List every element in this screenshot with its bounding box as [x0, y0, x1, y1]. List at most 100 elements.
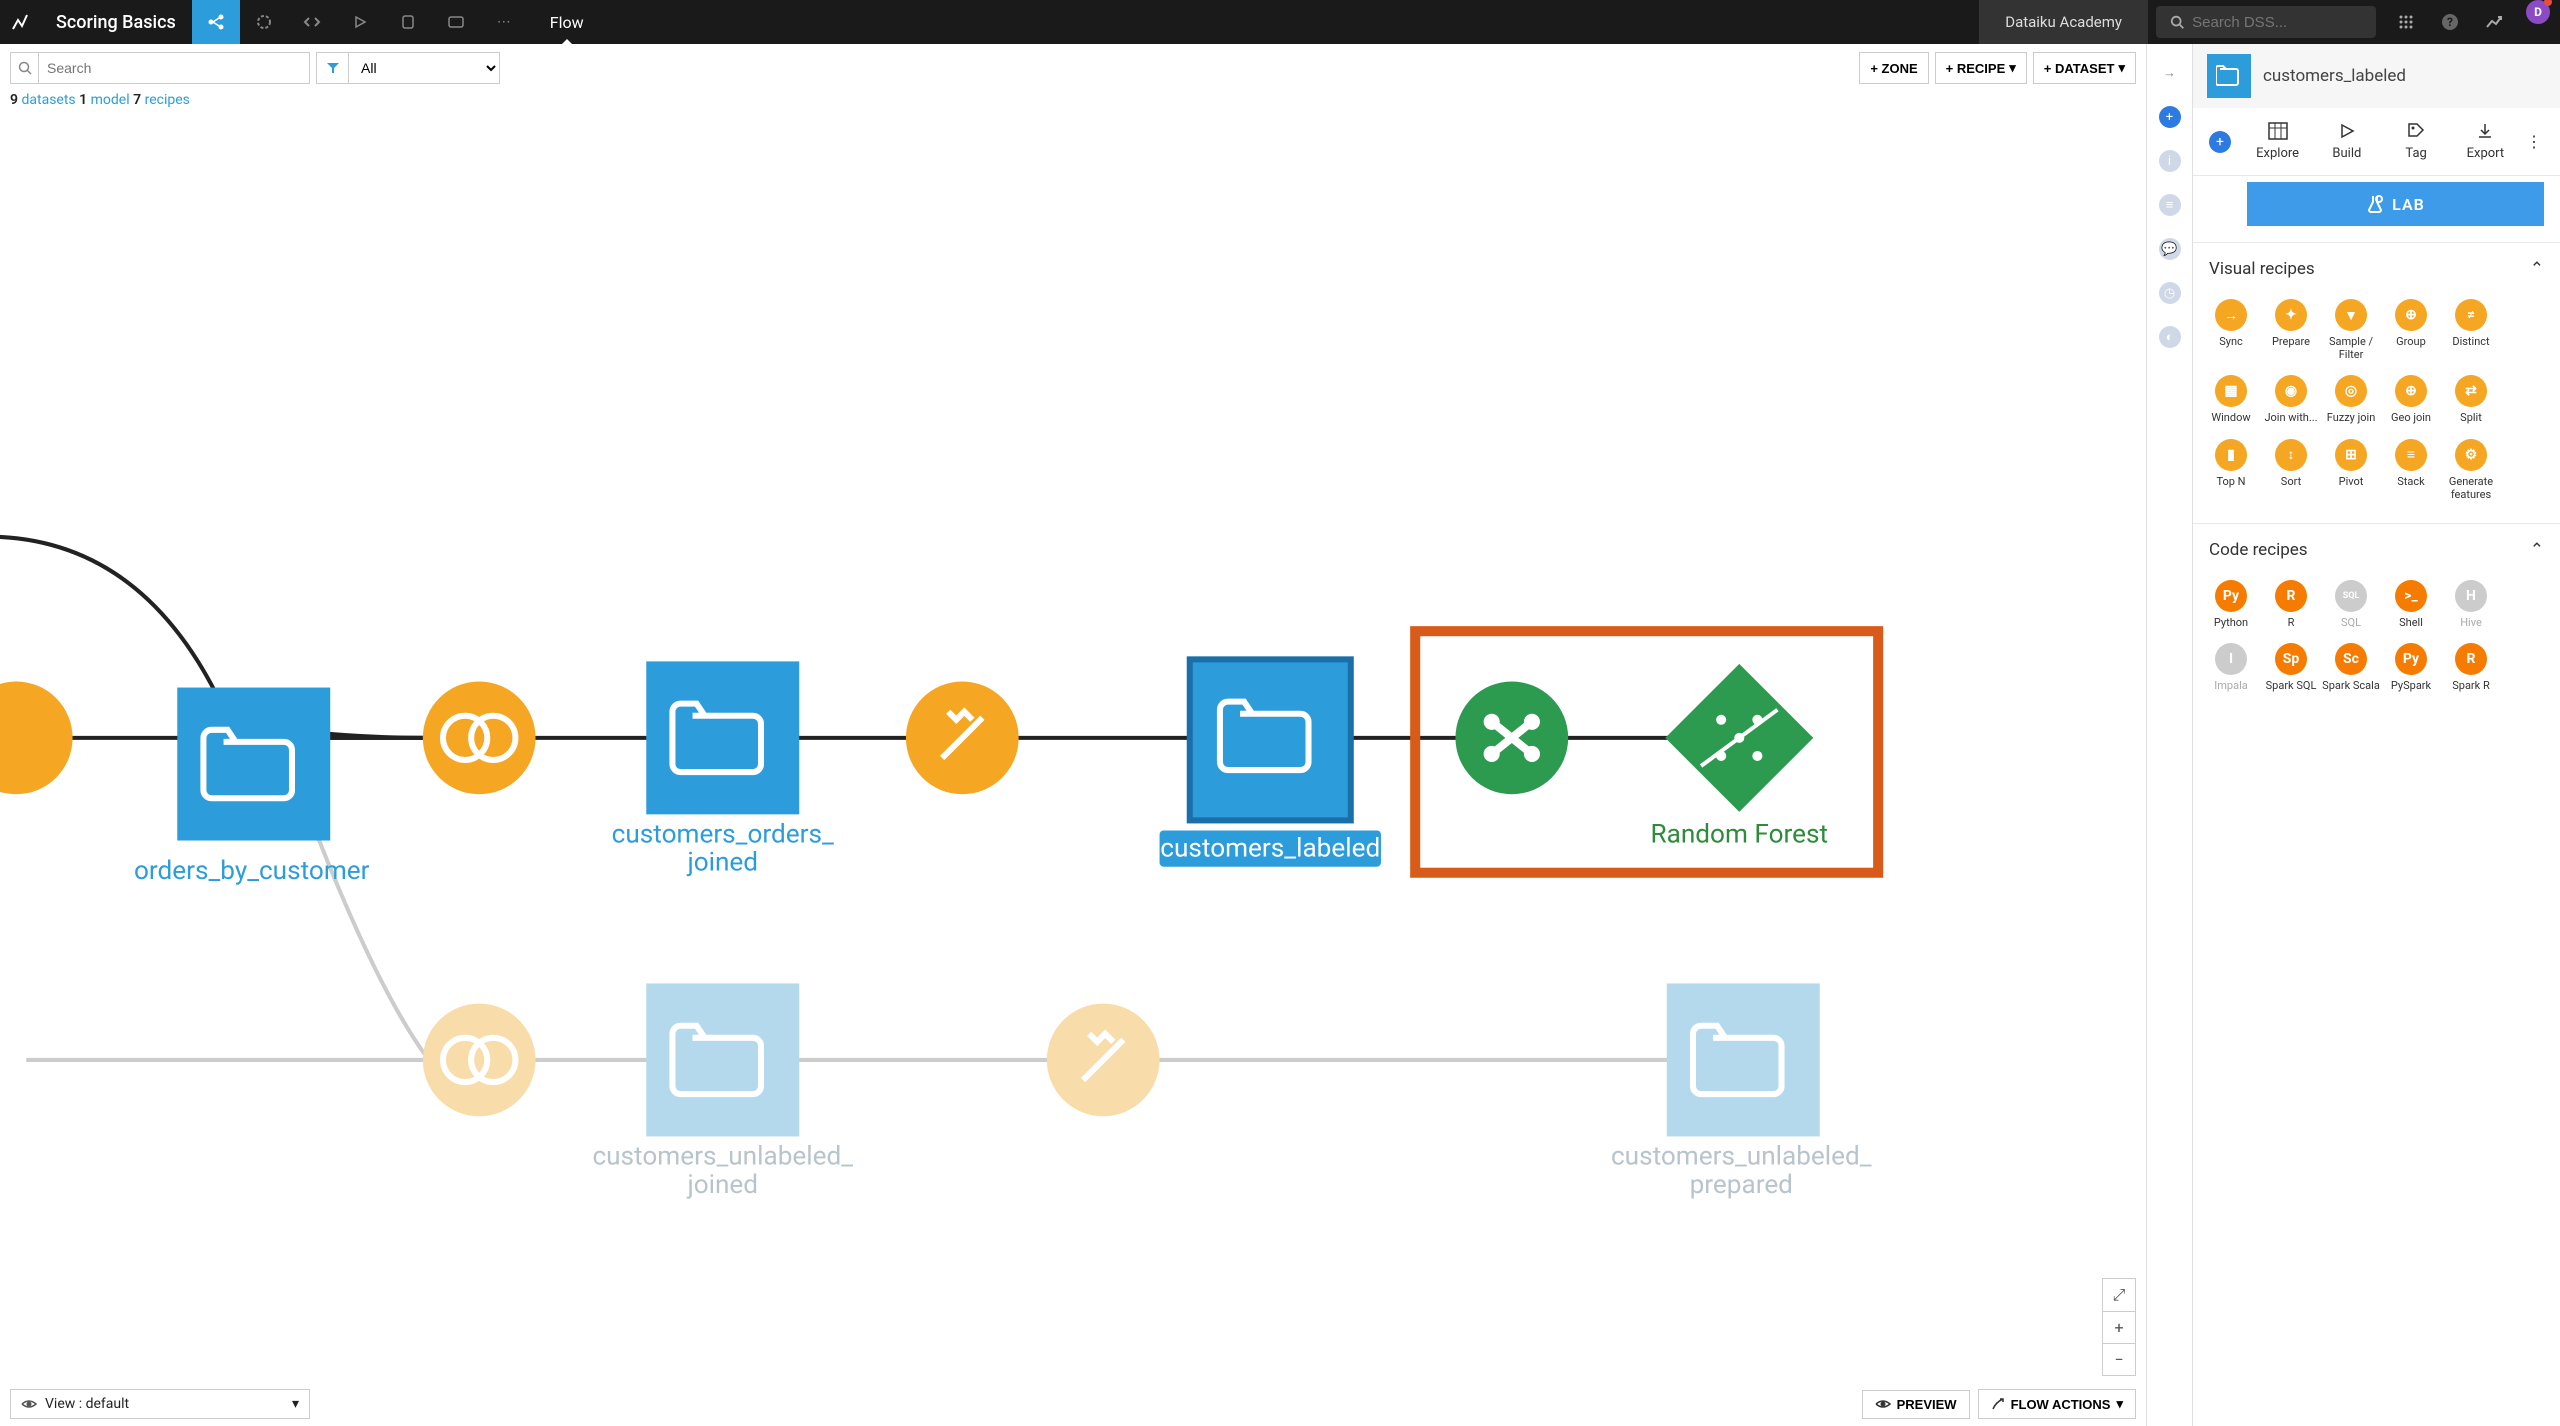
build-button[interactable]: Build	[2316, 122, 2377, 161]
code-recipe-spark-r[interactable]: RSpark R	[2441, 639, 2501, 702]
chevron-up-icon: ⌃	[2530, 540, 2544, 560]
zoom-fit-button[interactable]: ⤢	[2103, 1279, 2135, 1311]
topbar: Scoring Basics ⋯ Flow Dataiku Academy ? …	[0, 0, 2560, 44]
dataiku-logo-icon[interactable]	[0, 0, 40, 44]
visual-recipe-sort[interactable]: ↕Sort	[2261, 435, 2321, 511]
rail-comments-icon[interactable]: 💬	[2159, 238, 2181, 260]
visual-recipe-generate-features[interactable]: ⚙Generate features	[2441, 435, 2501, 511]
code-recipes-header[interactable]: Code recipes ⌃	[2193, 524, 2560, 576]
recipe-label: Spark R	[2452, 679, 2490, 692]
more-nav-icon[interactable]: ⋯	[480, 0, 528, 44]
visual-recipe-sample-filter[interactable]: ▼Sample / Filter	[2321, 295, 2381, 371]
code-recipe-python[interactable]: PyPython	[2201, 576, 2261, 639]
visual-recipe-join-with-[interactable]: ◉Join with...	[2261, 371, 2321, 434]
recipe-label: Impala	[2214, 679, 2247, 692]
node-join-recipe-faded[interactable]	[423, 1004, 536, 1117]
rail-schema-icon[interactable]: ≡	[2159, 194, 2181, 216]
flow-actions-button[interactable]: FLOW ACTIONS ▾	[1978, 1389, 2136, 1419]
datasets-link[interactable]: datasets	[21, 92, 75, 108]
code-recipe-shell[interactable]: >_Shell	[2381, 576, 2441, 639]
zoom-in-button[interactable]: +	[2103, 1311, 2135, 1343]
academy-link[interactable]: Dataiku Academy	[1979, 0, 2148, 44]
preview-button[interactable]: PREVIEW	[1862, 1390, 1970, 1419]
version-nav-icon[interactable]	[384, 0, 432, 44]
global-search-input[interactable]	[2192, 14, 2362, 31]
visual-recipe-icon: ▼	[2335, 299, 2367, 331]
visual-recipe-sync[interactable]: →Sync	[2201, 295, 2261, 371]
recipe-label: Generate features	[2441, 475, 2501, 501]
node-random-forest-model[interactable]: Random Forest	[1650, 664, 1828, 850]
node-customers-labeled[interactable]: customers_labeled	[1160, 659, 1381, 866]
flow-summary: 9 datasets 1 model 7 recipes	[0, 92, 2146, 112]
help-icon[interactable]: ?	[2428, 0, 2472, 44]
visual-recipe-top-n[interactable]: ▮Top N	[2201, 435, 2261, 511]
node-customers-orders-joined[interactable]: customers_orders_ joined	[612, 661, 834, 877]
project-name[interactable]: Scoring Basics	[40, 0, 192, 44]
code-recipe-icon: Sc	[2335, 643, 2367, 675]
svg-text:customers_unlabeled_: customers_unlabeled_	[592, 1142, 853, 1172]
recipe-label: Top N	[2216, 475, 2245, 488]
recipes-link[interactable]: recipes	[145, 92, 190, 108]
visual-recipe-prepare[interactable]: ✦Prepare	[2261, 295, 2321, 371]
visual-recipe-stack[interactable]: ≡Stack	[2381, 435, 2441, 511]
visual-recipe-fuzzy-join[interactable]: ◎Fuzzy join	[2321, 371, 2381, 434]
code-nav-icon[interactable]	[288, 0, 336, 44]
global-search[interactable]	[2156, 6, 2376, 38]
tag-button[interactable]: Tag	[2386, 122, 2447, 161]
code-recipe-pyspark[interactable]: PyPySpark	[2381, 639, 2441, 702]
visual-recipe-pivot[interactable]: ⊞Pivot	[2321, 435, 2381, 511]
visual-recipe-distinct[interactable]: ≠Distinct	[2441, 295, 2501, 371]
automation-nav-icon[interactable]	[432, 0, 480, 44]
model-link[interactable]: model	[91, 92, 130, 108]
add-dataset-button[interactable]: + DATASET ▾	[2033, 52, 2136, 84]
visual-recipe-split[interactable]: ⇄Split	[2441, 371, 2501, 434]
node-join-recipe[interactable]	[423, 682, 536, 795]
recipe-label: Pivot	[2339, 475, 2364, 488]
jobs-nav-icon[interactable]	[336, 0, 384, 44]
flow-filter[interactable]: All	[316, 52, 500, 84]
rail-actions-icon[interactable]: +	[2159, 106, 2181, 128]
add-recipe-button[interactable]: + RECIPE ▾	[1935, 52, 2027, 84]
flow-nav-icon[interactable]	[192, 0, 240, 44]
rail-related-icon[interactable]: ◐	[2159, 326, 2181, 348]
code-recipe-spark-sql[interactable]: SpSpark SQL	[2261, 639, 2321, 702]
node-customers-unlabeled-prepared[interactable]: customers_unlabeled_ prepared	[1611, 983, 1872, 1199]
svg-text:joined: joined	[686, 848, 758, 878]
recipe-label: PySpark	[2391, 679, 2431, 692]
visual-recipes-header[interactable]: Visual recipes ⌃	[2193, 243, 2560, 295]
flow-search[interactable]	[10, 52, 310, 84]
flow-filter-select[interactable]: All	[349, 53, 499, 83]
svg-text:joined: joined	[686, 1170, 758, 1200]
visual-recipe-icon: ▦	[2215, 375, 2247, 407]
activity-icon[interactable]	[2472, 0, 2516, 44]
visual-recipe-window[interactable]: ▦Window	[2201, 371, 2261, 434]
node-customers-unlabeled-joined[interactable]: customers_unlabeled_ joined	[592, 983, 853, 1199]
export-button[interactable]: Export	[2455, 122, 2516, 161]
explore-button[interactable]: Explore	[2247, 122, 2308, 161]
node-prepare-recipe-faded[interactable]	[1047, 1004, 1160, 1117]
code-recipe-r[interactable]: RR	[2261, 576, 2321, 639]
flow-tab[interactable]: Flow	[528, 0, 606, 44]
user-avatar[interactable]: D	[2526, 0, 2550, 24]
code-recipe-spark-scala[interactable]: ScSpark Scala	[2321, 639, 2381, 702]
visual-recipe-geo-join[interactable]: ⊕Geo join	[2381, 371, 2441, 434]
recipes-nav-icon[interactable]	[240, 0, 288, 44]
lab-button[interactable]: LAB	[2247, 182, 2544, 226]
rail-history-icon[interactable]: ◷	[2159, 282, 2181, 304]
more-actions-icon[interactable]: ⋮	[2524, 132, 2544, 151]
node-orders-by-customer[interactable]: orders_by_customer	[134, 688, 370, 886]
add-zone-button[interactable]: + ZONE	[1859, 52, 1928, 84]
flow-search-input[interactable]	[39, 60, 309, 76]
view-selector[interactable]: View : default ▾	[10, 1389, 310, 1419]
node-prepare-recipe[interactable]	[906, 682, 1019, 795]
collapse-panel-icon[interactable]: →	[2159, 62, 2181, 84]
apps-icon[interactable]	[2384, 0, 2428, 44]
recipe-label: Join with...	[2264, 411, 2317, 424]
flow-canvas[interactable]: orders_by_customer customers_orders_ joi…	[0, 134, 2146, 1382]
node-train-recipe[interactable]	[1455, 682, 1568, 795]
visual-recipe-group[interactable]: ⊕Group	[2381, 295, 2441, 371]
zoom-out-button[interactable]: −	[2103, 1343, 2135, 1375]
visual-recipe-icon: →	[2215, 299, 2247, 331]
rail-info-icon[interactable]: i	[2159, 150, 2181, 172]
add-action-icon[interactable]: +	[2209, 131, 2231, 153]
